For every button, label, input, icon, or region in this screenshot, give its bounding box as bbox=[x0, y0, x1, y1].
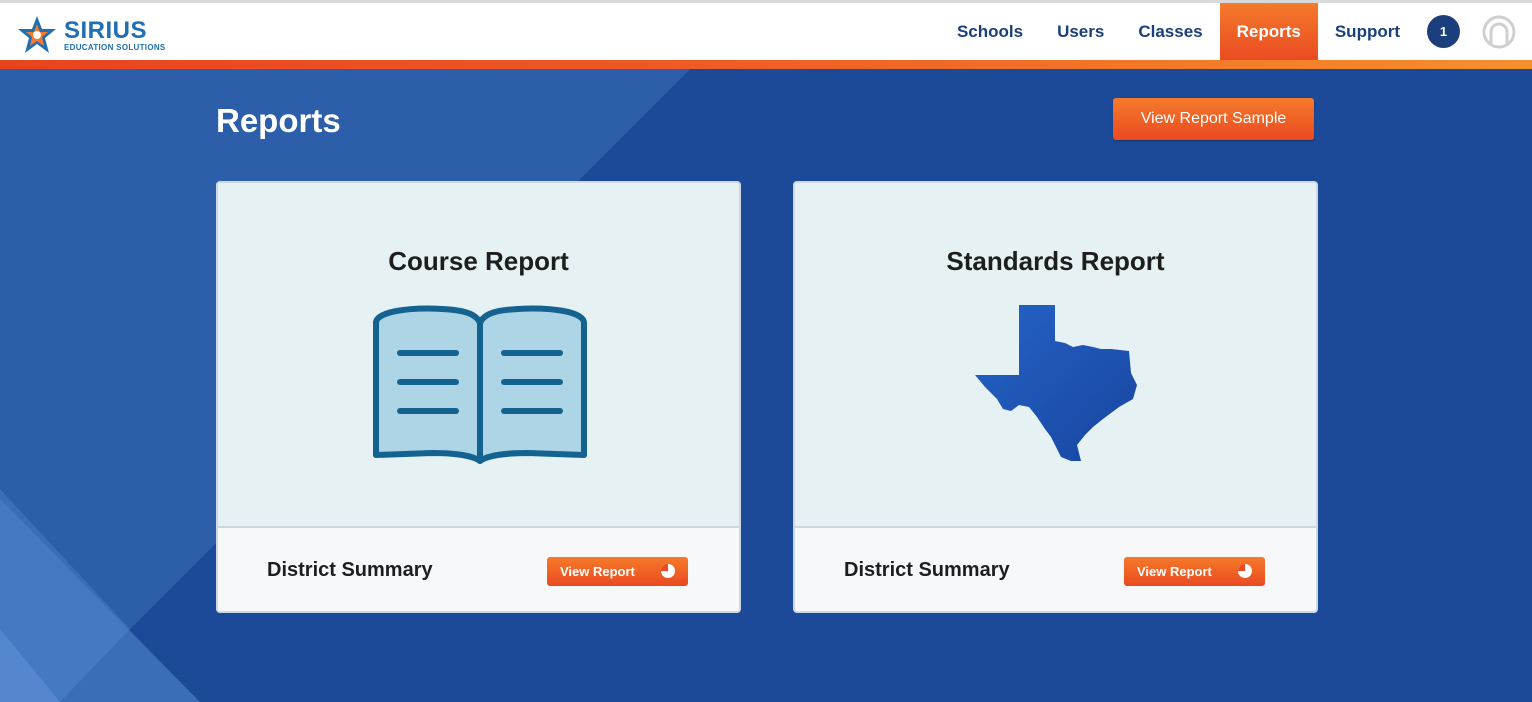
pie-chart-icon bbox=[1238, 564, 1252, 578]
standards-view-report-button[interactable]: View Report bbox=[1124, 557, 1265, 586]
card-title: Standards Report bbox=[946, 246, 1165, 276]
district-summary-label: District Summary bbox=[844, 559, 1010, 581]
course-view-report-button[interactable]: View Report bbox=[547, 557, 688, 586]
view-report-sample-button[interactable]: View Report Sample bbox=[1113, 98, 1314, 140]
course-report-card: Course Report District Summary View Repo… bbox=[216, 181, 741, 613]
open-book-icon bbox=[373, 305, 587, 464]
notification-badge[interactable]: 1 bbox=[1427, 15, 1460, 48]
pie-chart-icon bbox=[661, 564, 675, 578]
user-avatar-icon[interactable] bbox=[1482, 15, 1516, 49]
view-report-label: View Report bbox=[1137, 564, 1212, 579]
card-title: Course Report bbox=[388, 246, 569, 276]
brand-tagline: EDUCATION SOLUTIONS bbox=[64, 42, 166, 52]
page-title: Reports bbox=[216, 102, 341, 139]
card-footer: District Summary View Report bbox=[795, 530, 1316, 611]
top-navbar: SIRIUS EDUCATION SOLUTIONS Schools Users… bbox=[0, 0, 1532, 60]
card-header: Course Report bbox=[218, 183, 739, 528]
card-header: Standards Report bbox=[795, 183, 1316, 528]
card-footer: District Summary View Report bbox=[218, 530, 739, 611]
nav-support[interactable]: Support bbox=[1318, 3, 1417, 60]
district-summary-label: District Summary bbox=[267, 559, 433, 581]
star-logo-icon bbox=[18, 16, 56, 53]
nav-classes[interactable]: Classes bbox=[1121, 3, 1219, 60]
view-report-label: View Report bbox=[560, 564, 635, 579]
brand-name: SIRIUS bbox=[64, 16, 148, 44]
nav-accent-strip bbox=[0, 60, 1532, 69]
nav-users[interactable]: Users bbox=[1040, 3, 1121, 60]
standards-report-card: Standards Report District Summary View R… bbox=[793, 181, 1318, 613]
nav-schools[interactable]: Schools bbox=[940, 3, 1040, 60]
texas-map-icon bbox=[975, 305, 1137, 461]
brand-logo[interactable]: SIRIUS EDUCATION SOLUTIONS bbox=[16, 13, 166, 57]
nav-reports[interactable]: Reports bbox=[1219, 3, 1318, 60]
main-nav: Schools Users Classes Reports Support 1 bbox=[940, 3, 1532, 60]
